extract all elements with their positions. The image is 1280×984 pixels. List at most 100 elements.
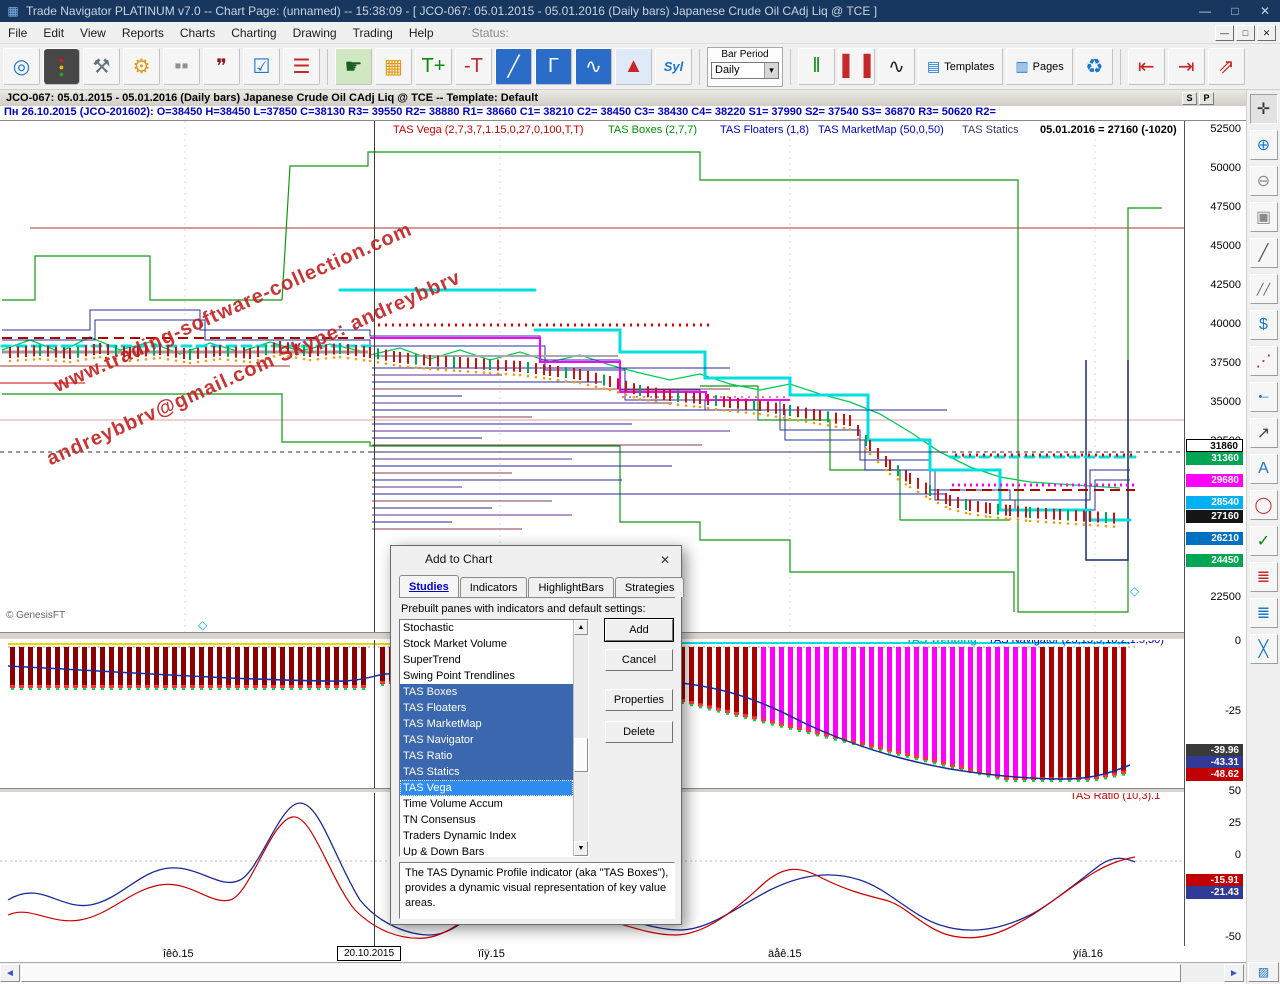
tab-indicators[interactable]: Indicators <box>460 577 528 597</box>
study-list-item[interactable]: TAS Boxes <box>400 684 573 700</box>
study-list-item[interactable]: TAS Statics <box>400 764 573 780</box>
list-scroll-down-icon[interactable]: ▼ <box>574 841 588 856</box>
templates-button[interactable]: ▤Templates <box>918 48 1003 85</box>
ellipse-tool-icon[interactable]: ◯ <box>1250 490 1278 520</box>
tools-icon[interactable]: ⚒ <box>83 48 120 85</box>
point-line-icon[interactable]: •– <box>1250 382 1278 412</box>
ladder-icon[interactable]: ☰ <box>283 48 320 85</box>
mdi-minimize-button[interactable]: — <box>1215 25 1234 41</box>
maximize-button[interactable]: □ <box>1220 0 1250 22</box>
cancel-button[interactable]: Cancel <box>605 649 673 671</box>
zoom-in-icon[interactable]: ⊕ <box>1250 130 1278 160</box>
list-scroll-thumb[interactable] <box>574 738 588 772</box>
price-tag: -48.62 <box>1186 768 1243 781</box>
scroll-corner-button[interactable]: ▨ <box>1248 962 1279 982</box>
pointer-hand-icon[interactable]: ☛ <box>335 48 372 85</box>
study-list-item[interactable]: Stochastic <box>400 620 573 636</box>
minimize-button[interactable]: — <box>1190 0 1220 22</box>
pan-tool-icon[interactable]: ✛ <box>1250 94 1278 124</box>
study-list-item[interactable]: TAS Floaters <box>400 700 573 716</box>
highlight-bars-icon[interactable]: ▦ <box>375 48 412 85</box>
tab-highlightbars[interactable]: HighlightBars <box>528 577 613 597</box>
arrow-tool-icon[interactable]: ↗ <box>1250 418 1278 448</box>
menu-item-drawing[interactable]: Drawing <box>285 23 345 43</box>
delete-button[interactable]: Delete <box>605 721 673 743</box>
properties-button[interactable]: Properties <box>605 689 673 711</box>
mdi-restore-button[interactable]: □ <box>1236 25 1255 41</box>
trendline-icon[interactable]: ╱ <box>1250 238 1278 268</box>
study-list-item[interactable]: SuperTrend <box>400 652 573 668</box>
price-tag: 31860 <box>1186 439 1243 452</box>
study-list-item[interactable]: TAS Vega <box>400 780 573 796</box>
refresh-icon[interactable]: ♻ <box>1076 48 1113 85</box>
menu-item-view[interactable]: View <box>72 23 114 43</box>
study-list-item[interactable]: TN Consensus <box>400 812 573 828</box>
remove-study-icon[interactable]: -T <box>455 48 492 85</box>
study-list-item[interactable]: Up & Down Bars <box>400 844 573 856</box>
add-button[interactable]: Add <box>605 619 673 641</box>
menu-item-file[interactable]: File <box>0 23 35 43</box>
scale-button[interactable]: S <box>1182 92 1197 105</box>
scroll-left-button[interactable]: ◄ <box>0 964 20 982</box>
zoom-out-icon[interactable]: ⊖ <box>1250 166 1278 196</box>
profile-blue-icon[interactable]: ≣ <box>1250 598 1278 628</box>
horizontal-scrollbar[interactable]: ◄ ► <box>0 962 1246 982</box>
close-button[interactable]: ✕ <box>1250 0 1280 22</box>
list-scrollbar[interactable]: ▲ ▼ <box>573 620 588 856</box>
cross-lines-icon[interactable]: ╳ <box>1250 634 1278 664</box>
step-chart-icon[interactable]: Γ <box>535 48 572 85</box>
price-axis[interactable]: 5250050000475004500042500400003750035000… <box>1185 121 1246 962</box>
study-list-item[interactable]: TAS Navigator <box>400 732 573 748</box>
pages-button[interactable]: ▥Pages <box>1006 48 1072 85</box>
indicator-label: TAS Statics <box>962 124 1019 136</box>
scrollbar-thumb[interactable] <box>21 964 1181 982</box>
new-chart-icon[interactable]: ◎ <box>3 48 40 85</box>
mini-bars-icon[interactable]: ▪▪ <box>163 48 200 85</box>
list-scroll-up-icon[interactable]: ▲ <box>574 620 588 635</box>
buy-sell-bars-icon[interactable]: ‖ <box>798 48 835 85</box>
menu-item-trading[interactable]: Trading <box>345 23 401 43</box>
zigzag-icon[interactable]: ∿ <box>878 48 915 85</box>
checklist-icon[interactable]: ☑ <box>243 48 280 85</box>
fib-retracement-icon[interactable]: $ <box>1250 310 1278 340</box>
add-study-icon[interactable]: T+ <box>415 48 452 85</box>
axis-label: 25 <box>1229 817 1241 829</box>
bar-period-select[interactable]: Daily▾ <box>711 62 779 79</box>
profile-red-icon[interactable]: ≣ <box>1250 562 1278 592</box>
symbol-lookup-icon[interactable]: Syl <box>655 48 692 85</box>
dialog-close-icon[interactable]: ✕ <box>657 552 673 568</box>
study-list-item[interactable]: Time Volume Accum <box>400 796 573 812</box>
wave-chart-icon[interactable]: ∿ <box>575 48 612 85</box>
check-tool-icon[interactable]: ✓ <box>1250 526 1278 556</box>
menu-item-charting[interactable]: Charting <box>223 23 284 43</box>
study-list-item[interactable]: Swing Point Trendlines <box>400 668 573 684</box>
scroll-right-button[interactable]: ► <box>1224 964 1244 982</box>
quotes-icon[interactable]: ❞ <box>203 48 240 85</box>
tab-studies[interactable]: Studies <box>399 575 459 597</box>
text-tool-icon[interactable]: A <box>1250 454 1278 484</box>
axis-label: 50000 <box>1210 162 1241 174</box>
study-list-item[interactable]: TAS MarketMap <box>400 716 573 732</box>
settings-gear-icon[interactable]: ⚙ <box>123 48 160 85</box>
regression-icon[interactable]: ⋰ <box>1250 346 1278 376</box>
traffic-light-icon[interactable]: ● <box>43 48 80 85</box>
menu-item-charts[interactable]: Charts <box>172 23 223 43</box>
snapshot-icon[interactable]: ▣ <box>1250 202 1278 232</box>
study-list-item[interactable]: Traders Dynamic Index <box>400 828 573 844</box>
menu-item-edit[interactable]: Edit <box>35 23 72 43</box>
line-chart-icon[interactable]: ╱ <box>495 48 532 85</box>
study-list-item[interactable]: Stock Market Volume <box>400 636 573 652</box>
right-toolbar-icons: ✛⊕⊖▣╱╱╱$⋰•–↗A◯✓≣≣╳ <box>1247 94 1280 664</box>
menu-item-help[interactable]: Help <box>401 23 442 43</box>
multi-trendline-icon[interactable]: ╱╱ <box>1250 274 1278 304</box>
properties-button[interactable]: P <box>1199 92 1214 105</box>
study-list-item[interactable]: TAS Ratio <box>400 748 573 764</box>
mdi-close-button[interactable]: ✕ <box>1257 25 1276 41</box>
go-last-bar-icon[interactable]: ⇗ <box>1208 48 1245 85</box>
shift-right-icon[interactable]: ⇥ <box>1168 48 1205 85</box>
shift-left-icon[interactable]: ⇤ <box>1128 48 1165 85</box>
mountain-chart-icon[interactable]: ▲ <box>615 48 652 85</box>
volume-bars-icon[interactable]: ▌▐ <box>838 48 875 85</box>
menu-item-reports[interactable]: Reports <box>114 23 172 43</box>
tab-strategies[interactable]: Strategies <box>615 577 685 597</box>
